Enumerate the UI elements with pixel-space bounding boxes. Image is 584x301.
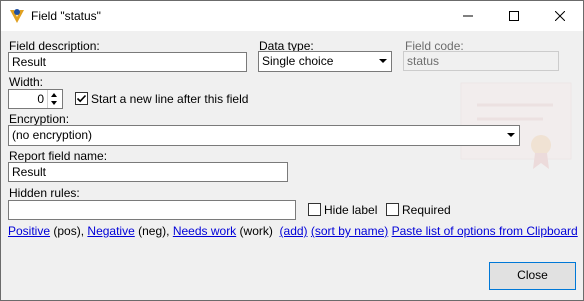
close-icon bbox=[555, 11, 565, 21]
hidden-rules-label: Hidden rules: bbox=[9, 186, 80, 200]
report-field-name-label: Report field name: bbox=[9, 149, 108, 163]
maximize-button[interactable] bbox=[491, 1, 537, 31]
new-line-checkbox[interactable] bbox=[75, 92, 88, 105]
close-button[interactable]: Close bbox=[489, 262, 576, 290]
option-code-negative: (neg) bbox=[138, 224, 167, 238]
chevron-down-icon[interactable] bbox=[51, 101, 57, 105]
width-value: 0 bbox=[37, 92, 44, 106]
encryption-label: Encryption: bbox=[9, 112, 70, 126]
title-bar[interactable]: Field "status" bbox=[1, 1, 583, 31]
required-checkbox-label[interactable]: Required bbox=[402, 203, 451, 217]
options-list: Positive (pos), Negative (neg), Needs wo… bbox=[8, 224, 578, 238]
width-stepper[interactable]: 0 bbox=[8, 89, 63, 109]
add-option-link[interactable]: (add) bbox=[280, 224, 308, 238]
option-separator: , bbox=[166, 224, 170, 238]
chevron-up-icon[interactable] bbox=[51, 93, 57, 97]
option-link-needs-work[interactable]: Needs work bbox=[173, 224, 236, 238]
dialog-window: Field "status" Field description: Result… bbox=[0, 0, 584, 301]
report-field-name-input[interactable]: Result bbox=[8, 162, 288, 182]
minimize-icon bbox=[463, 11, 473, 21]
width-label: Width: bbox=[9, 75, 44, 89]
encryption-value: (no encryption) bbox=[12, 128, 93, 142]
option-code-positive: (pos) bbox=[53, 224, 81, 238]
paste-options-link[interactable]: Paste list of options from Clipboard bbox=[392, 224, 578, 238]
option-link-negative[interactable]: Negative bbox=[87, 224, 134, 238]
option-code-needs-work: (work) bbox=[239, 224, 273, 238]
maximize-icon bbox=[509, 11, 519, 21]
option-separator: , bbox=[80, 224, 85, 238]
new-line-checkbox-label[interactable]: Start a new line after this field bbox=[91, 92, 248, 106]
close-window-button[interactable] bbox=[537, 1, 583, 31]
minimize-button[interactable] bbox=[445, 1, 491, 31]
dialog-body: Field description: Result Data type: Sin… bbox=[1, 31, 583, 300]
hide-label-checkbox-label[interactable]: Hide label bbox=[324, 203, 377, 217]
encryption-select[interactable]: (no encryption) bbox=[8, 125, 520, 146]
hidden-rules-input[interactable] bbox=[8, 200, 296, 220]
window-title: Field "status" bbox=[31, 9, 101, 23]
stepper-buttons[interactable] bbox=[47, 90, 62, 108]
field-description-input[interactable]: Result bbox=[8, 52, 247, 72]
sort-by-name-link[interactable]: (sort by name) bbox=[311, 224, 388, 238]
hide-label-checkbox[interactable] bbox=[308, 203, 321, 216]
field-code-input[interactable]: status bbox=[403, 51, 559, 71]
data-type-value: Single choice bbox=[262, 54, 334, 68]
data-type-select[interactable]: Single choice bbox=[258, 51, 392, 72]
checkmark-icon bbox=[76, 94, 87, 103]
certificate-watermark-icon bbox=[453, 75, 579, 171]
field-description-label: Field description: bbox=[9, 39, 100, 53]
app-logo-icon bbox=[8, 7, 26, 25]
chevron-down-icon bbox=[507, 133, 515, 137]
required-checkbox[interactable] bbox=[386, 203, 399, 216]
chevron-down-icon bbox=[379, 59, 387, 63]
option-link-positive[interactable]: Positive bbox=[8, 224, 50, 238]
